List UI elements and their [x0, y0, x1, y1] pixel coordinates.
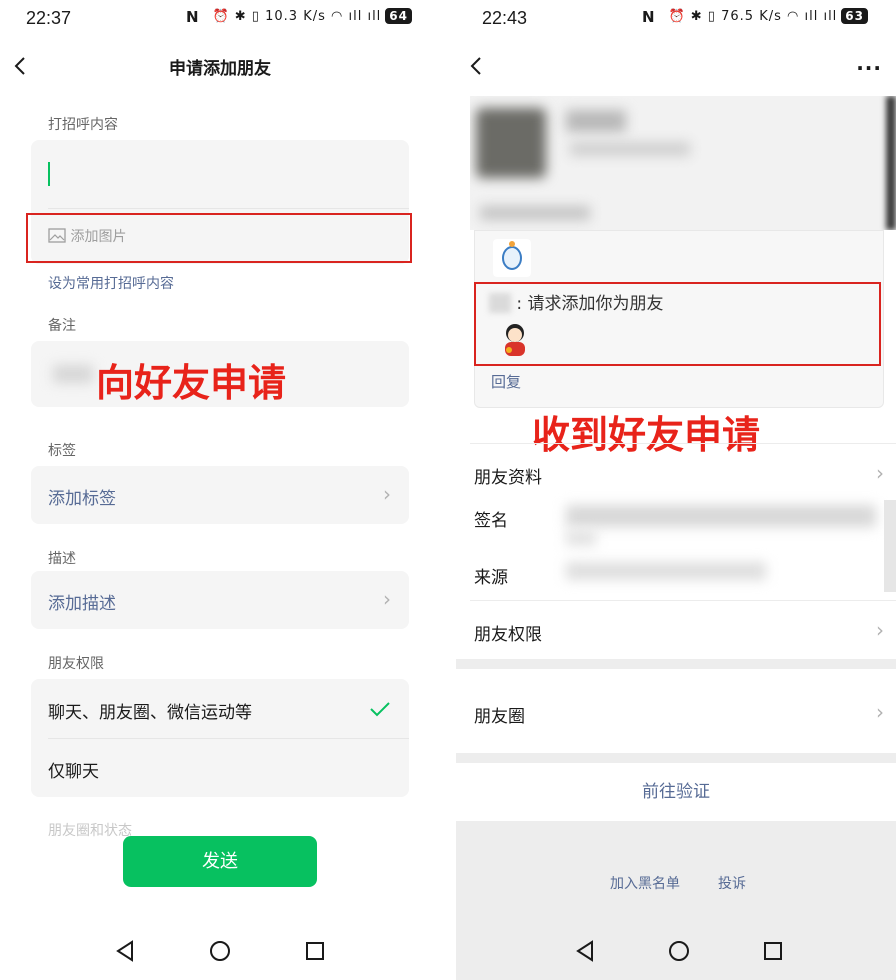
overlay-label-send-request: 向好友申请 [96, 361, 287, 405]
battery-icon: 64 [385, 8, 412, 24]
tag-label: 标签 [48, 443, 76, 459]
battery-icon: 63 [841, 8, 868, 24]
add-desc-row[interactable]: 添加描述 › [31, 571, 409, 629]
chevron-right-icon: › [876, 461, 884, 485]
profile-info-row[interactable]: 朋友资料 › [456, 444, 896, 502]
profile-header [470, 96, 896, 230]
chevron-right-icon: › [876, 618, 884, 642]
text-cursor [48, 162, 50, 186]
nav-recents-icon[interactable] [304, 940, 326, 962]
avatar [476, 108, 546, 178]
screen-divider [440, 0, 456, 980]
status-icons: ⏰ ✱ ▯ 10.3 K/s ◠ ıll ıll 64 [212, 8, 412, 24]
blacklist-link[interactable]: 加入黑名单 [610, 873, 680, 893]
network-speed: 10.3 K/s [265, 9, 326, 24]
blurred-signature-2 [566, 530, 596, 546]
navbar: 申请添加朋友 [0, 48, 440, 84]
perm-option-chat-only[interactable]: 仅聊天 [31, 739, 409, 797]
greeting-label: 打招呼内容 [48, 117, 118, 133]
status-time: 22:37 [26, 8, 72, 28]
add-desc-label: 添加描述 [48, 594, 116, 614]
highlight-box [474, 282, 881, 366]
report-link[interactable]: 投诉 [718, 873, 746, 893]
network-speed: 76.5 K/s [721, 9, 782, 24]
add-tag-row[interactable]: 添加标签 › [31, 466, 409, 524]
perm-option-chat-label: 仅聊天 [48, 762, 99, 782]
status-bar: 22:43 N ⏰ ✱ ▯ 76.5 K/s ◠ ıll ıll 63 [456, 0, 896, 36]
friend-permissions-label: 朋友权限 [474, 625, 542, 645]
back-arrow-icon[interactable] [466, 52, 486, 80]
status-bar: 22:37 N ⏰ ✱ ▯ 10.3 K/s ◠ ıll ıll 64 [0, 0, 440, 36]
signature-label: 签名 [474, 511, 508, 531]
chevron-right-icon: › [383, 587, 391, 611]
chevron-right-icon: › [876, 700, 884, 724]
moments-row[interactable]: 朋友圈 › [456, 669, 896, 753]
nav-home-icon[interactable] [209, 940, 231, 962]
verify-button[interactable]: 前往验证 [456, 763, 896, 821]
section-gap [456, 753, 896, 763]
blurred-source [566, 562, 766, 580]
highlight-box [26, 213, 412, 263]
sticker-icon [493, 239, 531, 277]
blurred-region [480, 206, 590, 220]
moments-status-label: 朋友圈和状态 [48, 823, 132, 839]
navbar: ··· [456, 48, 896, 84]
send-button[interactable]: 发送 [123, 836, 317, 887]
network-speed-value: 76.5 [721, 9, 755, 24]
reply-link[interactable]: 回复 [491, 371, 521, 392]
divider [48, 208, 409, 209]
desc-label: 描述 [48, 551, 76, 567]
system-nav-bar [0, 920, 440, 980]
left-screen-apply-add-friend: 22:37 N ⏰ ✱ ▯ 10.3 K/s ◠ ıll ıll 64 申请添加朋… [0, 0, 440, 980]
perm-card: 聊天、朋友圈、微信运动等 仅聊天 [31, 679, 409, 797]
blurred-name [566, 110, 626, 132]
nfc-icon: N [186, 8, 199, 26]
check-icon [370, 702, 390, 717]
verify-label: 前往验证 [642, 782, 710, 802]
blurred-edge [886, 96, 896, 230]
network-speed-value: 10.3 [265, 9, 299, 24]
system-nav-bar [456, 920, 896, 980]
perm-option-all[interactable]: 聊天、朋友圈、微信运动等 [31, 679, 409, 738]
more-icon[interactable]: ··· [856, 56, 882, 80]
perm-label: 朋友权限 [48, 656, 104, 672]
remark-label: 备注 [48, 318, 76, 334]
moments-label: 朋友圈 [474, 707, 525, 727]
add-tag-label: 添加标签 [48, 489, 116, 509]
nav-home-icon[interactable] [668, 940, 690, 962]
network-speed-unit: K/s [759, 9, 782, 24]
friend-permissions-row[interactable]: 朋友权限 › [456, 601, 896, 659]
blurred-signature [566, 505, 876, 527]
status-icons: ⏰ ✱ ▯ 76.5 K/s ◠ ıll ıll 63 [668, 8, 868, 24]
source-label: 来源 [474, 568, 508, 588]
nav-back-icon[interactable] [574, 940, 596, 962]
nfc-icon: N [642, 8, 655, 26]
perm-option-all-label: 聊天、朋友圈、微信运动等 [48, 703, 252, 723]
nav-back-icon[interactable] [114, 940, 136, 962]
page-title: 申请添加朋友 [169, 59, 271, 79]
scroll-indicator [884, 500, 896, 592]
chevron-right-icon: › [383, 482, 391, 506]
right-screen-friend-request: 22:43 N ⏰ ✱ ▯ 76.5 K/s ◠ ıll ıll 63 ··· :… [456, 0, 896, 980]
set-common-greeting-link[interactable]: 设为常用打招呼内容 [48, 273, 174, 293]
nav-recents-icon[interactable] [762, 940, 784, 962]
greeting-input[interactable] [31, 140, 409, 208]
blurred-id [570, 142, 690, 156]
section-gap [456, 659, 896, 669]
status-time: 22:43 [482, 8, 528, 28]
blurred-remark [53, 365, 93, 383]
network-speed-unit: K/s [303, 9, 326, 24]
profile-info-label: 朋友资料 [474, 468, 542, 488]
